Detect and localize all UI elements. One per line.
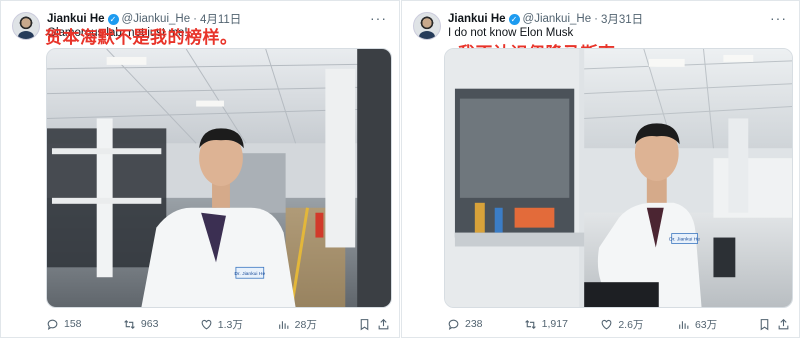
reply-icon [448,319,459,330]
share-icon [378,318,389,329]
views-count: 63万 [694,318,718,331]
views-button[interactable]: 63万 [677,317,758,332]
name-badge: Dr. Jiankui He [669,237,700,243]
author-name[interactable]: Jiankui He [448,13,506,25]
bookmark-icon [360,318,368,330]
retweet-icon [124,319,135,329]
bookmark-button[interactable] [758,318,778,331]
views-icon [679,320,689,329]
retweet-count: 963 [140,318,159,330]
share-button[interactable] [377,318,391,331]
reply-count: 238 [465,318,483,330]
tweet-actions: 158 963 1.3万 28万 [46,315,391,333]
like-count: 2.6万 [618,318,644,331]
bookmark-button[interactable] [358,318,378,331]
tweet-card-2[interactable]: Jiankui He ✓ @Jiankui_He · 3月31日 ··· I d… [401,0,800,338]
share-icon [778,318,789,329]
like-button[interactable]: 2.6万 [600,317,677,332]
more-icon[interactable]: ··· [770,10,787,26]
retweet-button[interactable]: 963 [123,318,200,331]
author-handle[interactable]: @Jiankui_He [523,13,592,25]
views-button[interactable]: 28万 [277,317,358,332]
verified-badge-icon: ✓ [508,13,520,25]
like-button[interactable]: 1.3万 [200,317,277,332]
lab-photo-illustration: Dr. Jiankui He [445,49,792,307]
tweet-date[interactable]: 3月31日 [601,11,643,27]
like-count: 1.3万 [217,318,243,331]
lab-photo-illustration: Dr. Jiankui He [47,49,391,307]
tweet-text: I do not know Elon Musk [448,27,574,39]
retweet-icon [524,319,536,329]
views-icon [278,320,289,329]
share-button[interactable] [777,318,791,331]
tweet-photo[interactable]: Dr. Jiankui He [444,48,793,308]
avatar[interactable] [413,12,441,40]
reply-button[interactable]: 238 [447,318,524,331]
tweet-header: Jiankui He ✓ @Jiankui_He · 3月31日 [448,11,759,27]
reply-count: 158 [64,318,82,330]
retweet-count: 1,917 [541,318,568,330]
retweet-button[interactable]: 1,917 [524,318,601,331]
tweet-actions: 238 1,917 2.6万 63万 [447,315,791,333]
tweet-photo[interactable]: Dr. Jiankui He [46,48,392,308]
more-icon[interactable]: ··· [370,10,387,26]
reply-icon [47,319,58,330]
separator: · [594,13,598,25]
name-badge: Dr. Jiankui He [234,271,265,277]
avatar[interactable] [12,12,40,40]
like-icon [601,319,612,329]
views-count: 28万 [294,318,317,331]
like-icon [201,319,212,329]
tweet-card-1[interactable]: Jiankui He ✓ @Jiankui_He · 4月11日 ··· Gla… [0,0,400,338]
bookmark-icon [760,318,768,330]
reply-button[interactable]: 158 [46,318,123,331]
overlay-caption: 贺本海默不是我的榜样。 [45,28,238,47]
